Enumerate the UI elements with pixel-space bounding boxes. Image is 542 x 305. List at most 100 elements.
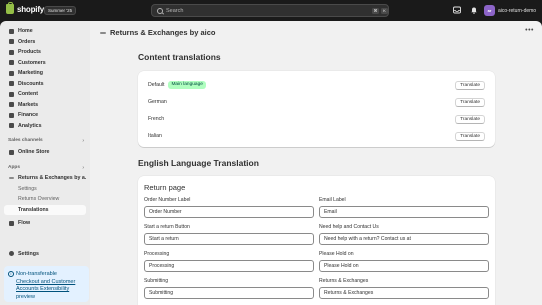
please-hold-field: Please Hold on Please Hold on	[319, 251, 489, 272]
shopify-logo[interactable]: shopify	[6, 2, 45, 14]
avatar: ar	[484, 5, 495, 16]
translate-button[interactable]: Translate	[455, 97, 485, 107]
sidebar-item-content[interactable]: Content	[4, 89, 86, 99]
order-number-input[interactable]: Order Number	[144, 206, 314, 218]
sidebar-subitem-translations[interactable]: Translations	[4, 204, 86, 215]
return-page-title: Return page	[144, 183, 186, 192]
page-title: Returns & Exchanges by aico	[110, 28, 216, 37]
return-page-card: Return page Order Number Label Order Num…	[138, 176, 495, 305]
chevron-right-icon[interactable]: ›	[82, 165, 84, 171]
app-icon	[100, 31, 106, 34]
sidebar-item-customers[interactable]: Customers	[4, 58, 86, 68]
processing-field: Processing Processing	[144, 251, 314, 272]
sidebar: Home Orders Products Customers Marketing…	[0, 21, 90, 305]
command-key: ⌘	[372, 8, 379, 14]
sidebar-item-home[interactable]: Home	[4, 26, 86, 36]
orders-icon	[9, 39, 14, 44]
sidebar-subitem-settings[interactable]: Settings	[4, 184, 86, 194]
field-label: Submitting	[144, 278, 169, 284]
store-icon	[9, 149, 14, 155]
markets-icon	[9, 102, 14, 107]
sidebar-item-online-store[interactable]: Online Store	[4, 147, 86, 157]
submitting-field: Submitting Submitting	[144, 278, 314, 299]
sidebar-item-marketing[interactable]: Marketing	[4, 68, 86, 78]
language-row-italian: Italian Translate	[148, 129, 485, 143]
field-label: Start a return Button	[144, 224, 190, 230]
field-label: Processing	[144, 251, 170, 257]
sidebar-item-settings[interactable]: Settings	[4, 249, 86, 259]
edition-badge[interactable]: Summer '25	[44, 6, 77, 15]
main-content: Returns & Exchanges by aico ••• Content …	[90, 21, 542, 305]
need-help-field: Need help and Contact Us Need help with …	[319, 224, 489, 245]
sales-channels-heading[interactable]: Sales channels	[8, 138, 43, 143]
main-language-badge: Main language	[168, 81, 206, 89]
field-label: Need help and Contact Us	[319, 224, 379, 230]
sidebar-item-finance[interactable]: Finance	[4, 110, 86, 120]
languages-card: Default Main language Translate German T…	[138, 71, 495, 147]
language-row-german: German Translate	[148, 95, 485, 109]
returns-exchanges-input[interactable]: Returns & Exchanges	[319, 287, 489, 299]
top-bar: shopify Summer '25 Search ⌘ K ar aico-re…	[0, 0, 542, 21]
content-translations-heading: Content translations	[138, 52, 221, 62]
shopify-bag-icon	[6, 2, 14, 14]
sidebar-item-label: Content	[18, 91, 39, 97]
sidebar-subitem-label: Settings	[18, 185, 37, 192]
notice-text: Non-transferable Checkout and Customer A…	[16, 271, 86, 301]
sidebar-item-returns-app[interactable]: Returns & Exchanges by a...	[4, 173, 86, 183]
store-menu[interactable]: ar aico-return-demo	[484, 4, 536, 17]
bell-icon[interactable]	[470, 6, 478, 14]
sidebar-item-products[interactable]: Products	[4, 47, 86, 57]
search-placeholder: Search	[166, 8, 184, 14]
extensibility-link[interactable]: Checkout and Customer Accounts Extensibi…	[16, 279, 75, 293]
apps-heading[interactable]: Apps	[8, 165, 20, 170]
logo-text: shopify	[17, 4, 45, 14]
sidebar-item-discounts[interactable]: Discounts	[4, 79, 86, 89]
returns-exchanges-field: Returns & Exchanges Returns & Exchanges	[319, 278, 489, 299]
info-icon: i	[8, 271, 14, 277]
sidebar-item-label: Products	[18, 49, 41, 55]
need-help-input[interactable]: Need help with a return? Contact us at	[319, 233, 489, 245]
home-icon	[9, 28, 14, 34]
sidebar-item-label: Finance	[18, 112, 39, 118]
sidebar-item-label: Online Store	[18, 149, 50, 155]
field-label: Returns & Exchanges	[319, 278, 369, 284]
translate-button[interactable]: Translate	[455, 114, 485, 124]
search-icon	[157, 8, 163, 14]
sidebar-item-label: Markets	[18, 101, 39, 108]
sidebar-item-flow[interactable]: Flow	[4, 218, 86, 228]
language-name: Default	[148, 82, 165, 88]
language-name: Italian	[148, 133, 162, 139]
analytics-icon	[9, 123, 14, 128]
language-row-french: French Translate	[148, 112, 485, 126]
start-return-input[interactable]: Start a return	[144, 233, 314, 245]
language-name: German	[148, 99, 167, 105]
email-label-input[interactable]: Email	[319, 206, 489, 218]
gear-icon	[9, 251, 14, 256]
notice-line3: preview	[16, 293, 35, 300]
more-actions-icon[interactable]: •••	[525, 27, 534, 34]
search-bar[interactable]: Search ⌘ K	[151, 4, 389, 17]
chevron-right-icon[interactable]: ›	[82, 138, 84, 144]
sidebar-item-label: Discounts	[18, 80, 44, 87]
inbox-icon[interactable]	[453, 6, 461, 14]
translate-button[interactable]: Translate	[455, 131, 485, 141]
finance-icon	[9, 112, 14, 118]
flow-icon	[9, 220, 14, 226]
sidebar-item-label: Flow	[18, 220, 31, 226]
email-label-field: Email Label Email	[319, 197, 489, 218]
sidebar-item-label: Orders	[18, 38, 36, 45]
sidebar-item-label: Marketing	[18, 70, 44, 76]
notice-line1: Non-transferable	[16, 271, 57, 277]
sidebar-item-markets[interactable]: Markets	[4, 100, 86, 110]
sidebar-item-label: Customers	[18, 59, 46, 66]
discounts-icon	[9, 81, 14, 86]
processing-input[interactable]: Processing	[144, 260, 314, 272]
sidebar-item-analytics[interactable]: Analytics	[4, 121, 86, 131]
app-icon	[9, 177, 14, 179]
submitting-input[interactable]: Submitting	[144, 287, 314, 299]
marketing-icon	[9, 70, 14, 76]
please-hold-input[interactable]: Please Hold on	[319, 260, 489, 272]
translate-button[interactable]: Translate	[455, 80, 485, 90]
sidebar-subitem-returns-overview[interactable]: Returns Overview	[4, 194, 86, 204]
sidebar-item-orders[interactable]: Orders	[4, 37, 86, 47]
